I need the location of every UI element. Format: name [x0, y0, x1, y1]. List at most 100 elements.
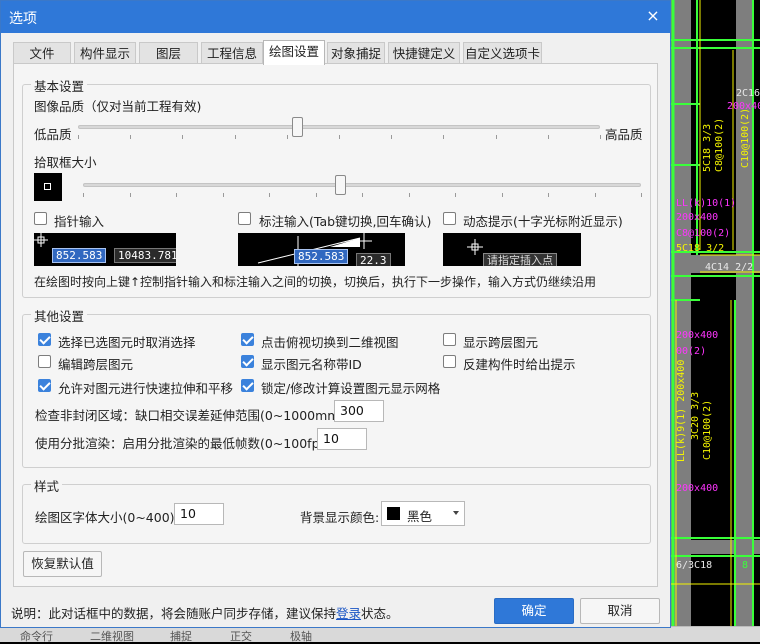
tab-project-info[interactable]: 工程信息 [201, 42, 263, 64]
cad-label: LL(k)10(1) [676, 198, 737, 209]
preview-y-field: 10483.781 [114, 248, 176, 263]
batch-render-input[interactable]: 10 [317, 428, 367, 450]
dimension-input-checkbox[interactable] [238, 212, 251, 225]
cad-label: LL(k)9(1) 200x400 [676, 359, 687, 462]
cad-label: 200x400 [676, 330, 719, 341]
pickbox-size-slider[interactable] [83, 175, 642, 201]
slider-tick [130, 193, 131, 197]
login-link[interactable]: 登录 [336, 606, 361, 621]
slider-tick [409, 193, 410, 197]
cancel-button[interactable]: 取消 [580, 598, 660, 624]
tab-layers[interactable]: 图层 [139, 42, 198, 64]
show-name-id-checkbox[interactable] [241, 355, 254, 368]
font-size-label: 绘图区字体大小(0~400): [35, 510, 179, 525]
pickbox-size-slider-thumb[interactable] [335, 175, 346, 195]
image-quality-slider-thumb[interactable] [292, 117, 303, 137]
dimension-input-label: 标注输入(Tab键切换,回车确认) [259, 214, 432, 229]
slider-tick [83, 193, 84, 197]
pickbox-preview [34, 173, 62, 201]
quick-stretch-label: 允许对图元进行快速拉伸和平移 [58, 381, 234, 396]
slider-tick [548, 135, 549, 139]
bg-color-label: 背景显示颜色: [300, 510, 380, 525]
slider-tick [496, 135, 497, 139]
pointer-input-preview: 852.583 10483.781 [34, 233, 176, 266]
slider-tick [339, 135, 340, 139]
lock-grid-label: 锁定/修改计算设置图元显示网格 [261, 381, 441, 396]
slider-tick [600, 135, 601, 139]
top-view-2d-label: 点击俯视切换到二维视图 [261, 335, 399, 350]
cad-label: 200x400 [676, 212, 719, 223]
quick-stretch-checkbox[interactable] [38, 379, 51, 392]
show-cross-layer-label: 显示跨层图元 [463, 335, 539, 350]
sync-note: 说明：此对话框中的数据，将会随账户同步存储，建议保持登录状态。 [11, 603, 399, 622]
cad-label: C10@100(2) [702, 399, 713, 460]
slider-tick [130, 135, 131, 139]
low-quality-label: 低品质 [34, 127, 72, 142]
ok-button[interactable]: 确定 [494, 598, 574, 624]
input-switch-hint: 在绘图时按向上键↑控制指针输入和标注输入之间的切换，切换后，执行下一步操作，输入… [34, 275, 597, 289]
dialog-title: 选项 [9, 11, 37, 27]
deselect-selected-checkbox[interactable] [38, 333, 51, 346]
cad-label: 3C20 3/3 [690, 391, 701, 440]
slider-tick [595, 193, 596, 197]
tab-object-snap[interactable]: 对象捕捉 [327, 42, 385, 64]
top-view-2d-checkbox[interactable] [241, 333, 254, 346]
slider-tick [548, 193, 549, 197]
dimension-input-preview: 852.583 22.3 [238, 233, 405, 266]
dialog-footer: 说明：此对话框中的数据，将会随账户同步存储，建议保持登录状态。 确定 取消 [1, 594, 670, 628]
slider-tick [362, 193, 363, 197]
cad-label: C8@100(2) [676, 228, 731, 239]
image-quality-label: 图像品质（仅对当前工程有效) [34, 99, 202, 114]
preview-x-field: 852.583 [52, 248, 107, 263]
lock-grid-checkbox[interactable] [241, 379, 254, 392]
slider-tick [269, 193, 270, 197]
cad-label: 8 [742, 560, 749, 571]
high-quality-label: 高品质 [605, 127, 643, 142]
dialog-titlebar[interactable]: 选项 × [1, 1, 670, 33]
slider-tick [182, 135, 183, 139]
deselect-selected-label: 选择已选图元时取消选择 [58, 335, 196, 350]
close-icon[interactable]: × [642, 5, 664, 27]
options-dialog: 选项 × 文件 构件显示 图层 工程信息 绘图设置 对象捕捉 快捷键定义 自定义… [0, 0, 671, 628]
pointer-input-checkbox[interactable] [34, 212, 47, 225]
basic-settings-group: 基本设置 图像品质（仅对当前工程有效) 低品质 高品质 拾取框大小 指针输入 标… [22, 76, 651, 298]
chevron-down-icon [453, 511, 459, 515]
dynamic-prompt-checkbox[interactable] [443, 212, 456, 225]
slider-tick [455, 193, 456, 197]
gap-check-input[interactable]: 300 [334, 400, 384, 422]
tab-component-display[interactable]: 构件显示 [74, 42, 136, 64]
slider-tick [223, 193, 224, 197]
cad-label: 00(2) [676, 346, 707, 357]
image-quality-slider[interactable] [78, 117, 601, 143]
slider-tick [235, 135, 236, 139]
reverse-build-prompt-checkbox[interactable] [443, 355, 456, 368]
show-name-id-label: 显示图元名称带ID [261, 357, 362, 372]
font-size-input[interactable]: 10 [174, 503, 224, 525]
cad-label: C8@100(2) [714, 117, 725, 172]
cad-label: 5C18 3/2 [676, 243, 725, 254]
edit-cross-layer-label: 编辑跨层图元 [58, 357, 134, 372]
cad-label: 5C18 3/3 [702, 123, 713, 172]
dynamic-prompt-label: 动态提示(十字光标附近显示) [463, 214, 623, 229]
tab-file[interactable]: 文件 [13, 42, 71, 64]
show-cross-layer-checkbox[interactable] [443, 333, 456, 346]
slider-tick [502, 193, 503, 197]
tab-shortcuts[interactable]: 快捷键定义 [388, 42, 460, 64]
slider-tick [78, 135, 79, 139]
dynamic-prompt-preview: 请指定插入点 [443, 233, 581, 266]
batch-render-label: 使用分批渲染：启用分批渲染的最低帧数(0~100fps): [35, 436, 336, 451]
edit-cross-layer-checkbox[interactable] [38, 355, 51, 368]
other-settings-group: 其他设置 选择已选图元时取消选择 点击俯视切换到二维视图 显示跨层图元 编辑跨层… [22, 306, 651, 468]
cad-label: 4C14 2/2 [705, 262, 754, 273]
sync-note-prefix: 说明：此对话框中的数据，将会随账户同步存储，建议保持 [11, 606, 337, 621]
tab-drawing-settings[interactable]: 绘图设置 [263, 40, 325, 65]
style-legend: 样式 [31, 476, 63, 495]
cad-label: 200x400 [676, 483, 719, 494]
preview-prompt-text: 请指定插入点 [483, 253, 557, 266]
restore-defaults-button[interactable]: 恢复默认值 [23, 551, 102, 577]
slider-tick [443, 135, 444, 139]
preview-length-field: 852.583 [294, 249, 349, 264]
bg-color-select[interactable]: 黑色 [381, 501, 465, 526]
tab-custom-tabs[interactable]: 自定义选项卡 [463, 42, 542, 64]
slider-tick [391, 135, 392, 139]
